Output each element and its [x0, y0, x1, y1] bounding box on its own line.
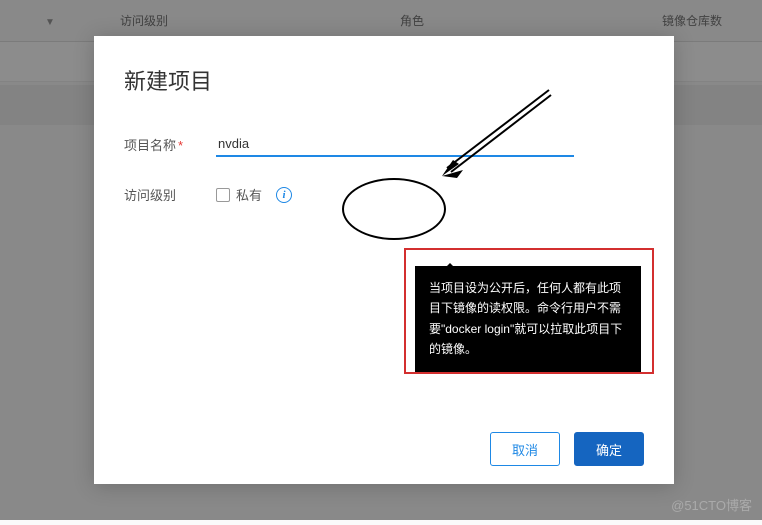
- info-tooltip: 当项目设为公开后，任何人都有此项目下镜像的读权限。命令行用户不需要"docker…: [415, 266, 641, 372]
- access-level-label: 访问级别: [124, 185, 204, 204]
- info-icon[interactable]: i: [276, 187, 292, 203]
- private-checkbox-label: 私有: [236, 185, 262, 204]
- confirm-button[interactable]: 确定: [574, 432, 644, 466]
- new-project-dialog: 新建项目 项目名称* 访问级别 私有 i 取消 确定 当项目设为公开后，任何人都…: [94, 36, 674, 484]
- row-project-name: 项目名称*: [124, 132, 644, 157]
- cancel-button[interactable]: 取消: [490, 432, 560, 466]
- project-name-input[interactable]: [216, 132, 574, 157]
- dialog-title: 新建项目: [124, 64, 644, 96]
- project-name-label: 项目名称*: [124, 135, 204, 154]
- dialog-actions: 取消 确定: [124, 432, 644, 466]
- private-checkbox[interactable]: [216, 188, 230, 202]
- row-access-level: 访问级别 私有 i: [124, 185, 644, 204]
- watermark: @51CTO博客: [671, 495, 752, 514]
